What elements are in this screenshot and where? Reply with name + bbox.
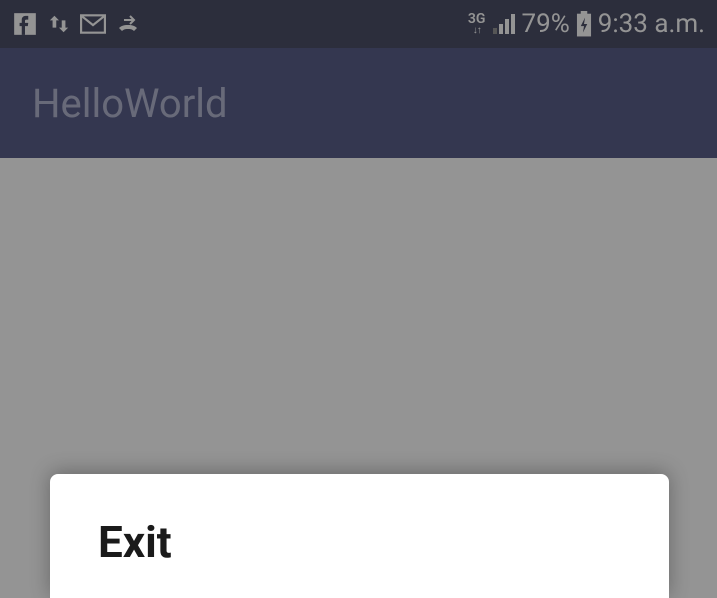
dialog-title: Exit bbox=[98, 516, 621, 568]
exit-dialog: Exit bbox=[50, 474, 669, 598]
screen: 3G ↓↑ 79% 9:33 a.m. HelloWorld Exit bbox=[0, 0, 717, 598]
